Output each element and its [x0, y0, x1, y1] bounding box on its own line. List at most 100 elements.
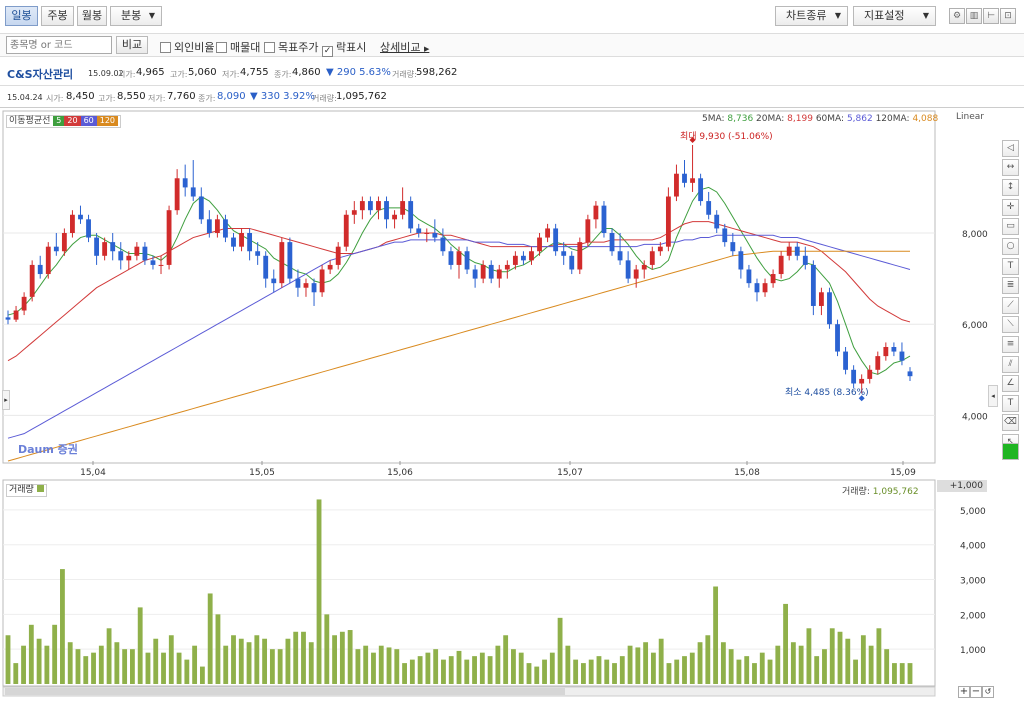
candle-body — [496, 269, 502, 279]
candle-body — [794, 246, 800, 256]
volume-legend[interactable]: 거래량 — [6, 484, 47, 497]
high-label: 고가: — [170, 70, 188, 79]
scale-label[interactable]: Linear — [956, 112, 984, 122]
text-box-icon[interactable]: T — [1002, 258, 1019, 275]
search-input[interactable] — [6, 36, 112, 54]
volume-bar — [860, 635, 866, 684]
angle-icon[interactable]: ∠ — [1002, 375, 1019, 392]
reset-icon[interactable]: ↺ — [982, 686, 994, 698]
zoom-out-icon[interactable]: − — [970, 686, 982, 698]
candle-body — [835, 324, 840, 352]
volume-bar — [378, 645, 384, 684]
gann-icon[interactable]: ⫽ — [1002, 356, 1019, 373]
color-picker-icon[interactable] — [1002, 443, 1019, 460]
candle-body — [21, 296, 27, 311]
ex-rights-checkbox[interactable]: ✓ 락표시 — [322, 39, 366, 57]
volume-bar — [705, 635, 711, 684]
ex-rights-label: 락표시 — [336, 41, 367, 54]
zoom-in-icon[interactable]: + — [958, 686, 970, 698]
volume-bar — [612, 663, 617, 684]
candle-body — [263, 255, 269, 279]
candle-body — [343, 214, 349, 247]
candle-body — [883, 347, 889, 357]
cursor-icon[interactable]: ⊢ — [983, 8, 999, 24]
candle-body — [319, 269, 325, 293]
candle-body — [754, 283, 760, 293]
volume-bar — [588, 659, 594, 684]
volume-bar — [355, 649, 361, 684]
time-tick-label: 15,06 — [387, 468, 413, 478]
volume-bar — [658, 638, 664, 684]
horizontal-line-icon[interactable]: ↔ — [1002, 159, 1019, 176]
minute-dropdown[interactable]: 분봉 ▼ — [110, 6, 162, 26]
cursor-low-value: 7,760 — [167, 91, 196, 102]
volume-bar — [223, 645, 229, 684]
volume-bar — [604, 659, 610, 684]
layout-icon[interactable]: ▥ — [966, 8, 982, 24]
candle-body — [367, 201, 373, 211]
fibonacci-icon[interactable]: ≣ — [1002, 277, 1019, 294]
hand-icon[interactable]: ◁ — [1002, 140, 1019, 157]
settings-icon[interactable]: ⚙ — [949, 8, 965, 24]
candle-body — [223, 219, 228, 238]
ma-legend[interactable]: 이동평균선 5 20 60 120 — [6, 115, 122, 128]
crosshair-icon[interactable]: ✛ — [1002, 199, 1019, 216]
volume-bar — [736, 659, 742, 684]
change-value: ▼ 290 5.63% — [326, 67, 391, 78]
volume-bar — [448, 656, 454, 684]
volume-bar — [433, 649, 439, 684]
candle-body — [327, 264, 333, 270]
eraser-icon[interactable]: ⌫ — [1002, 414, 1019, 431]
detail-compare-link[interactable]: 상세비교 ▶ — [380, 39, 429, 55]
cursor-volume-value: 1,095,762 — [336, 91, 387, 102]
rectangle-icon[interactable]: ▭ — [1002, 218, 1019, 235]
candle-body — [13, 310, 19, 320]
stock-chart[interactable]: 8,0006,0004,000 15,04 15,05 15,06 15,07 15,0… — [0, 109, 1000, 702]
close-value: 4,860 — [292, 67, 321, 78]
volume-tick-label: 2,000 — [960, 611, 986, 621]
volume-bar — [409, 659, 415, 684]
cursor-low-label: 저가: — [148, 94, 166, 103]
foreign-ratio-checkbox[interactable]: 외인비율 — [160, 39, 214, 55]
volume-bar — [332, 635, 338, 684]
right-panel-toggle[interactable]: ◂ — [988, 385, 998, 407]
circle-icon[interactable]: ○ — [1002, 238, 1019, 255]
volume-bar — [899, 663, 905, 684]
volume-bar — [464, 659, 470, 684]
tab-weekly[interactable]: 주봉 — [41, 6, 74, 26]
candle-body — [158, 264, 164, 266]
candle-body — [553, 228, 559, 252]
chart-type-dropdown[interactable]: 차트종류 ▼ — [775, 6, 848, 26]
volume-bar — [503, 635, 509, 684]
trend-line-icon[interactable]: ⟋ — [1002, 297, 1019, 314]
left-panel-toggle[interactable]: ▸ — [2, 390, 10, 410]
text-icon[interactable]: T — [1002, 395, 1019, 412]
compare-button[interactable]: 비교 — [116, 36, 148, 54]
tab-monthly[interactable]: 월봉 — [77, 6, 107, 26]
ma20-label: 20MA: — [756, 114, 785, 124]
volume-bar — [650, 652, 656, 684]
fullscreen-icon[interactable]: ⊡ — [1000, 8, 1016, 24]
candle-body — [29, 264, 35, 297]
tab-daily[interactable]: 일봉 — [5, 6, 38, 26]
channel-icon[interactable]: ≡ — [1002, 336, 1019, 353]
candle-body — [569, 255, 575, 270]
target-price-checkbox[interactable]: 목표주가 — [264, 39, 318, 55]
volume-bar — [44, 645, 50, 684]
vertical-line-icon[interactable]: ↕ — [1002, 179, 1019, 196]
volume-profile-checkbox[interactable]: 매물대 — [216, 39, 260, 55]
candle-body — [907, 371, 913, 377]
volume-bar — [892, 663, 897, 684]
stock-name: C&S자산관리 — [7, 68, 74, 81]
candle-body — [657, 246, 663, 252]
candle-body — [641, 264, 647, 270]
candle-body — [376, 201, 381, 211]
volume-bar — [371, 652, 376, 684]
candle-body — [166, 210, 172, 265]
scrollbar-thumb[interactable] — [5, 688, 565, 695]
indicator-dropdown[interactable]: 지표설정 ▼ — [853, 6, 936, 26]
volume-value-display: 거래량: 1,095,762 — [842, 484, 919, 497]
fan-line-icon[interactable]: ⟍ — [1002, 316, 1019, 333]
candle-body — [110, 242, 116, 252]
volume-bar — [868, 645, 874, 684]
